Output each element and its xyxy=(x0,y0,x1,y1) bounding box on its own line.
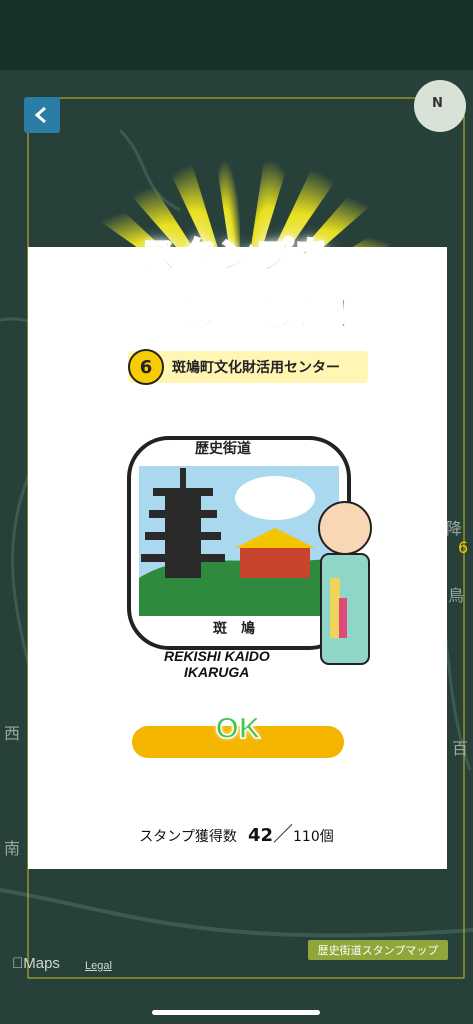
stamp-place-text: 斑鳩 xyxy=(213,621,269,637)
stamp-romaji-line1: REKISHI KAIDO xyxy=(164,648,270,664)
stamp-title-text: 歴史街道 xyxy=(195,441,251,457)
map-text-3: 鳥 xyxy=(448,586,465,605)
legal-link[interactable]: Legal xyxy=(85,960,112,972)
ok-button-label: OK xyxy=(215,711,262,746)
stamp-map-label[interactable]: 歴史街道スタンプマップ xyxy=(308,940,448,960)
stamp-count: スタンプ獲得数 42／110個 xyxy=(0,818,473,847)
status-bar xyxy=(0,0,473,70)
location-name: 斑鳩町文化財活用センター xyxy=(172,360,340,376)
map-text-5: 西 xyxy=(4,724,21,743)
location-number-badge: 6 xyxy=(128,349,164,385)
stamp-count-label: スタンプ獲得数 xyxy=(139,829,237,845)
stamp-romaji-line2: IKARUGA xyxy=(184,664,250,680)
headline-line1: スタンプを xyxy=(139,233,334,279)
map-text-2: 6 xyxy=(458,538,469,557)
maps-logo: Maps xyxy=(12,955,60,972)
stamp-count-got: 42 xyxy=(247,825,273,846)
ok-button[interactable]: OK xyxy=(132,711,344,768)
map-text-6: 百 xyxy=(452,739,469,758)
headline-line2: 獲得しました！ xyxy=(99,291,373,337)
stamp-count-total: 110個 xyxy=(293,829,334,845)
stamp-count-separator: ／ xyxy=(273,822,293,846)
map-text-1: 降 xyxy=(446,519,463,538)
home-indicator[interactable] xyxy=(152,1010,320,1015)
compass-north-label: N xyxy=(432,96,443,111)
